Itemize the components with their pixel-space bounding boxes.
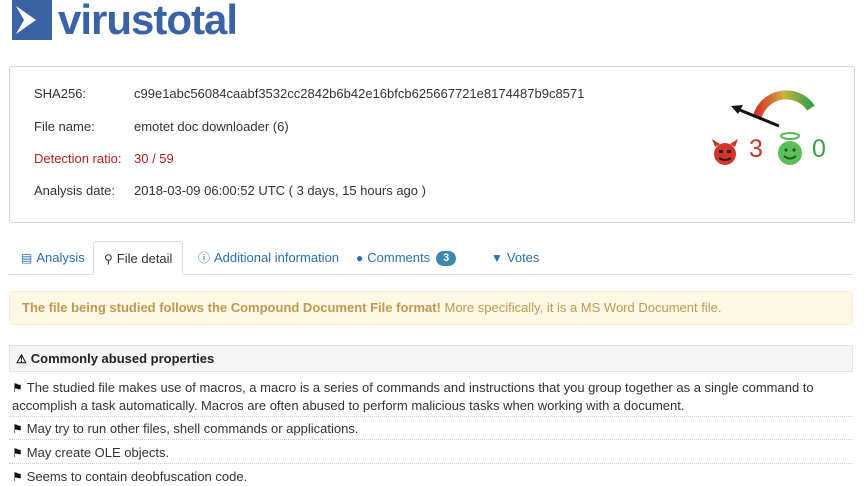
table-icon: ▤: [21, 251, 33, 265]
harmless-votes-angel-icon: [778, 132, 802, 165]
comments-count-badge: 3: [436, 251, 457, 266]
filename-label: File name:: [34, 119, 95, 134]
tab-analysis[interactable]: ▤ Analysis: [11, 241, 95, 274]
community-score-gauge: [731, 90, 815, 128]
detection-ratio-row: Detection ratio: 30 / 59: [34, 151, 174, 166]
harmless-votes-count: 0: [812, 135, 826, 163]
tab-file-detail[interactable]: ⚲ File detail: [93, 241, 184, 275]
file-format-notice: The file being studied follows the Compo…: [9, 291, 853, 325]
analysis-date-label: Analysis date:: [34, 183, 115, 198]
section-title: Commonly abused properties: [30, 351, 215, 366]
filename-value: emotet doc downloader (6): [134, 119, 289, 134]
property-item: ⚑ May create OLE objects.: [9, 444, 853, 464]
analysis-date-row: Analysis date: 2018-03-09 06:00:52 UTC (…: [34, 183, 426, 198]
property-item: ⚑ Seems to contain deobfuscation code.: [12, 469, 248, 484]
malicious-votes-count: 3: [749, 135, 763, 163]
section-header: ⚠ Commonly abused properties: [9, 345, 853, 372]
comment-icon: ●: [356, 251, 364, 265]
tab-additional-information[interactable]: ⓘ Additional information: [188, 241, 349, 274]
flag-icon: ⚑: [12, 422, 23, 436]
tab-comments[interactable]: ● Comments 3: [346, 241, 466, 274]
sha256-row: SHA256: c99e1abc56084caabf3532cc2842b6b4…: [34, 86, 584, 101]
property-item: ⚑ May try to run other files, shell comma…: [9, 420, 853, 440]
detection-ratio-value: 30 / 59: [134, 151, 174, 166]
search-icon: ⚲: [104, 252, 113, 266]
flag-icon: ⚑: [12, 381, 23, 395]
virustotal-logo[interactable]: virustotal: [12, 0, 238, 43]
notice-text: More specifically, it is a MS Word Docum…: [440, 300, 722, 315]
thumbs-down-icon: ▼: [491, 251, 503, 265]
property-item: ⚑ The studied file makes use of macros, a…: [9, 379, 853, 417]
analysis-date-value: 2018-03-09 06:00:52 UTC ( 3 days, 15 hou…: [134, 183, 426, 198]
sha256-value: c99e1abc56084caabf3532cc2842b6b42e16bfcb…: [134, 86, 585, 101]
tab-votes[interactable]: ▼ Votes: [481, 241, 549, 274]
virustotal-logo-icon: [12, 0, 52, 40]
filename-row: File name: emotet doc downloader (6): [34, 119, 289, 134]
flag-icon: ⚑: [12, 446, 23, 460]
notice-bold-text: The file being studied follows the Compo…: [22, 300, 441, 315]
sha256-label: SHA256:: [34, 86, 87, 101]
warning-icon: ⚠: [16, 352, 27, 366]
detection-ratio-label: Detection ratio:: [34, 151, 122, 166]
logo-wordmark: virustotal: [58, 0, 238, 43]
malicious-votes-devil-icon: [712, 139, 738, 165]
flag-icon: ⚑: [12, 470, 23, 484]
info-icon: ⓘ: [198, 251, 211, 265]
detail-tabs: ▤ Analysis ⚲ File detail ⓘ Additional infor…: [9, 241, 853, 275]
